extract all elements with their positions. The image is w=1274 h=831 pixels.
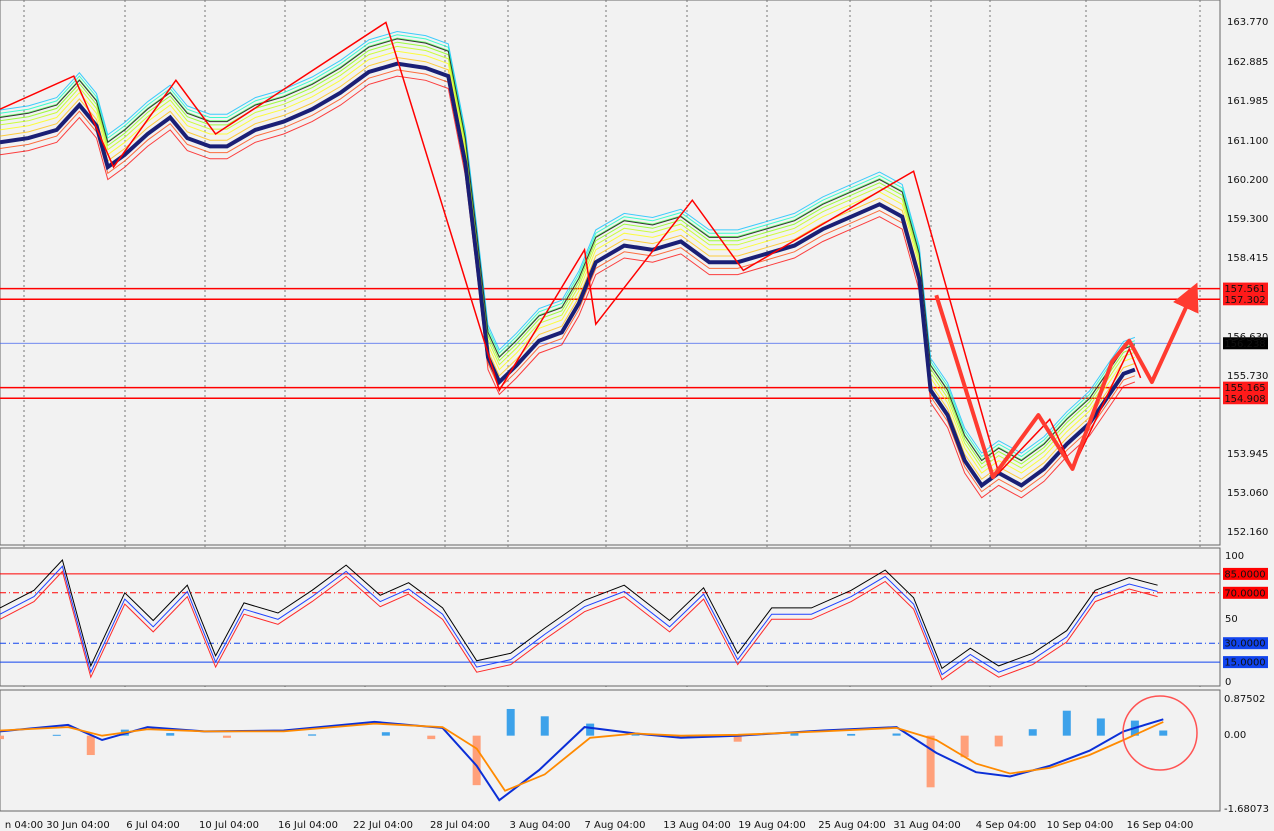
macd-tick-label: 0.87502 [1224,694,1265,705]
date-tick-label: 10 Sep 04:00 [1047,820,1114,831]
price-tick-label: 156.630 [1227,332,1268,343]
date-tick-label: 10 Jul 04:00 [199,820,259,831]
date-tick-label: 6 Jul 04:00 [126,820,180,831]
price-tick-label: 153.945 [1227,449,1268,460]
histogram-bar [381,732,390,736]
price-tick-label: 163.770 [1227,17,1268,28]
date-tick-label: 16 Sep 04:00 [1127,820,1194,831]
macd-tick-label: -1.68073 [1224,804,1269,815]
price-tick-label: 152.160 [1227,527,1268,538]
price-tick-label: 155.730 [1227,371,1268,382]
osc-tick-label: 0 [1225,677,1231,688]
price-tick-label: 162.885 [1227,57,1268,68]
histogram-bar [52,734,61,736]
date-tick-label: 3 Aug 04:00 [509,820,570,831]
histogram-bar [308,734,317,736]
date-tick-label: 13 Aug 04:00 [663,820,730,831]
price-tick-label: 153.060 [1227,488,1268,499]
osc-tick-label: 50 [1225,614,1238,625]
histogram-bar [427,735,436,740]
osc-level-label: 85.0000 [1224,569,1265,580]
date-tick-label: 30 Jun 04:00 [46,820,110,831]
macd-tick-label: 0.00 [1224,730,1246,741]
price-tick-label: 161.985 [1227,96,1268,107]
histogram-bar [0,735,4,740]
date-tick-label: 7 Aug 04:00 [584,820,645,831]
date-tick-label: 31 Aug 04:00 [893,820,960,831]
osc-level-label: 30.0000 [1224,639,1265,650]
price-tick-label: 161.100 [1227,136,1268,147]
histogram-bar [222,735,231,738]
osc-tick-label: 100 [1225,551,1244,562]
date-tick-label: 4 Sep 04:00 [976,820,1036,831]
main-frame [0,0,1221,546]
histogram-bar [892,733,901,736]
price-level-label: 154.908 [1224,394,1265,405]
histogram-bar [472,735,481,786]
histogram-bar [1028,729,1037,736]
osc-frame [0,547,1221,687]
histogram-bar [540,716,549,736]
date-tick-label: 19 Aug 04:00 [738,820,805,831]
trading-chart[interactable]: 157.561157.302156.238155.165154.908 85.0… [0,0,1274,831]
date-tick-label: 16 Jul 04:00 [278,820,338,831]
histogram-bar [994,735,1003,747]
histogram-bar [1062,710,1071,736]
histogram-bar [847,733,856,736]
histogram-bar [1159,730,1168,736]
osc-level-label: 15.0000 [1224,658,1265,669]
histogram-bar [586,723,595,736]
histogram-bar [86,735,95,756]
macd-frame [0,689,1221,812]
price-tick-label: 160.200 [1227,175,1268,186]
histogram-bar [506,708,515,736]
date-tick-label: 22 Jul 04:00 [353,820,413,831]
osc-level-label: 70.0000 [1224,588,1265,599]
histogram-bar [926,735,935,788]
histogram-bar [166,733,175,736]
histogram-bar [1096,718,1105,736]
date-tick-label: 25 Aug 04:00 [818,820,885,831]
price-tick-label: 159.300 [1227,214,1268,225]
price-tick-label: 158.415 [1227,253,1268,264]
date-tick-label: 28 Jul 04:00 [430,820,490,831]
price-level-label: 157.302 [1224,295,1265,306]
macd-panel [0,689,1221,812]
date-tick-label: n 04:00 [5,820,43,831]
histogram-bar [960,735,969,758]
osc-panel: 85.0000 70.0000 30.0000 15.0000 [0,547,1268,687]
